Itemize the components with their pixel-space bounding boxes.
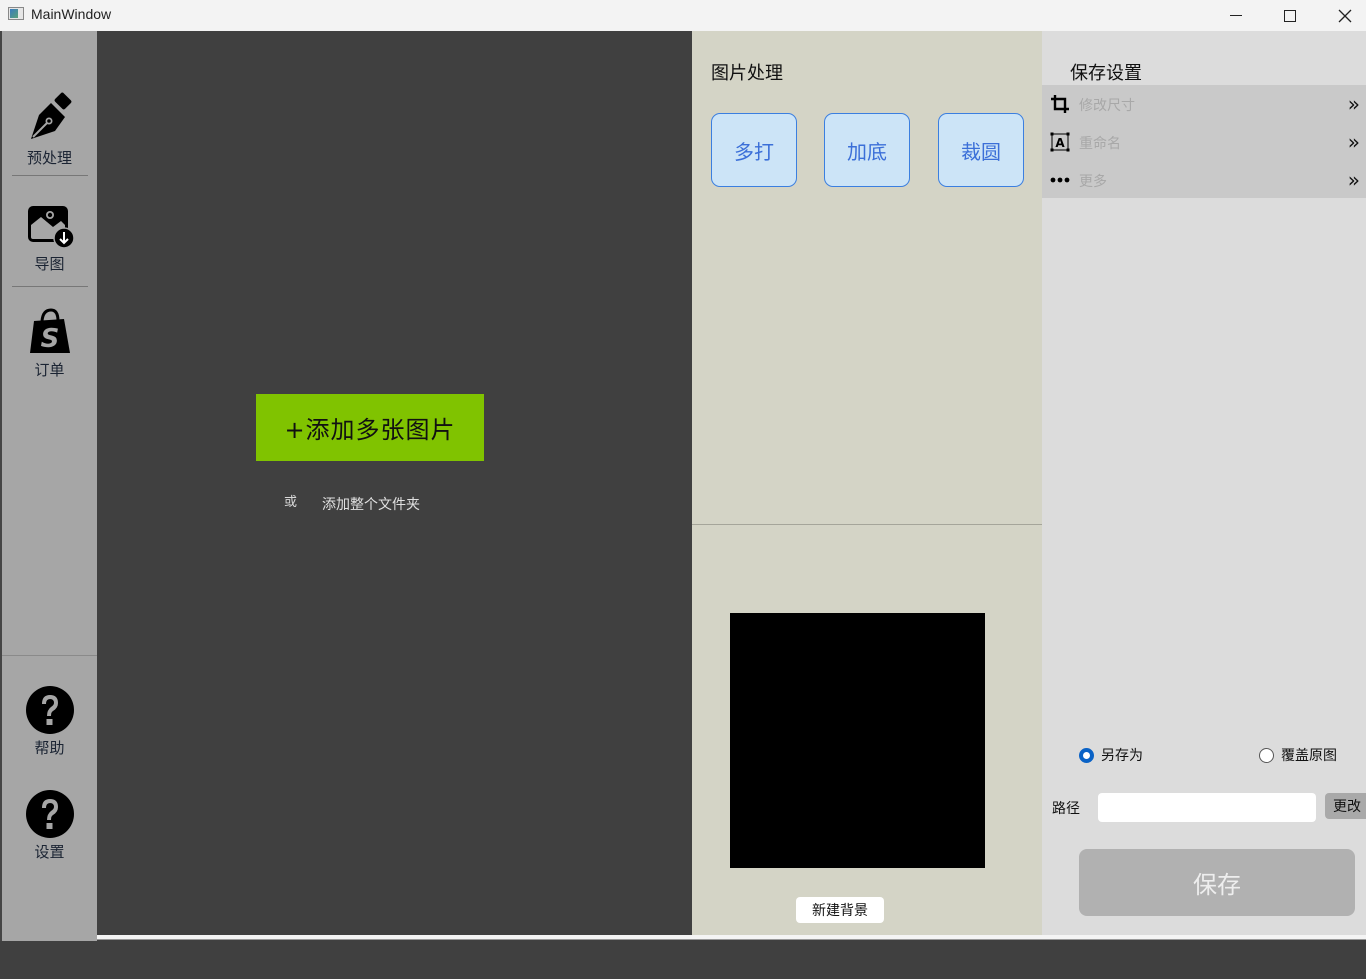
radio-checked-indicator bbox=[1079, 747, 1094, 763]
add-background-button[interactable]: 加底 bbox=[824, 113, 910, 187]
option-more[interactable]: 更多 » bbox=[1042, 161, 1366, 199]
chevron-double-right-icon: » bbox=[1347, 92, 1360, 116]
maximize-icon bbox=[1284, 9, 1296, 22]
sidebar-item-preprocess[interactable]: 预处理 bbox=[2, 91, 97, 168]
option-rename[interactable]: A 重命名 » bbox=[1042, 123, 1366, 161]
image-drop-area[interactable]: +添加多张图片 或 添加整个文件夹 bbox=[97, 31, 692, 936]
sidebar-item-orders[interactable]: S 订单 bbox=[2, 307, 97, 380]
path-label: 路径 bbox=[1052, 801, 1080, 817]
option-label: 重命名 bbox=[1079, 136, 1121, 152]
sidebar-item-label: 导图 bbox=[34, 255, 65, 273]
minimize-icon bbox=[1230, 15, 1242, 16]
sidebar-divider bbox=[12, 175, 88, 176]
help-icon bbox=[25, 686, 74, 734]
save-as-radio[interactable]: 另存为 bbox=[1079, 745, 1143, 765]
window-title: MainWindow bbox=[31, 6, 112, 22]
option-label: 修改尺寸 bbox=[1079, 98, 1135, 114]
panel-divider bbox=[692, 524, 1042, 525]
sidebar-item-label: 预处理 bbox=[26, 149, 72, 167]
add-images-button[interactable]: +添加多张图片 bbox=[256, 394, 484, 461]
sidebar-divider bbox=[2, 655, 97, 656]
close-button[interactable] bbox=[1322, 0, 1366, 31]
save-button[interactable]: 保存 bbox=[1079, 849, 1355, 916]
image-processing-panel: 图片处理 多打 加底 裁圆 新建背景 bbox=[692, 31, 1042, 936]
change-path-button[interactable]: 更改 bbox=[1325, 793, 1366, 819]
or-label: 或 bbox=[284, 495, 298, 510]
panel-title: 保存设置 bbox=[1070, 63, 1142, 84]
path-input[interactable] bbox=[1098, 793, 1316, 822]
sidebar-item-export[interactable]: 导图 bbox=[2, 203, 97, 274]
radio-label: 覆盖原图 bbox=[1281, 748, 1337, 764]
fountain-pen-icon bbox=[30, 92, 71, 139]
option-resize[interactable]: 修改尺寸 » bbox=[1042, 85, 1366, 123]
option-label: 更多 bbox=[1079, 174, 1107, 190]
sidebar-item-settings[interactable]: 设置 bbox=[2, 789, 97, 862]
chevron-double-right-icon: » bbox=[1347, 130, 1360, 154]
shopping-bag-icon: S bbox=[29, 308, 70, 354]
maximize-button[interactable] bbox=[1267, 0, 1313, 31]
sidebar-item-label: 订单 bbox=[34, 361, 65, 379]
bottom-splitter bbox=[97, 935, 1366, 940]
image-download-icon bbox=[27, 206, 75, 249]
crop-icon bbox=[1050, 94, 1070, 114]
overwrite-radio[interactable]: 覆盖原图 bbox=[1259, 745, 1337, 765]
svg-text:A: A bbox=[1055, 136, 1065, 150]
radio-label: 另存为 bbox=[1101, 748, 1143, 764]
save-settings-panel: 保存设置 修改尺寸 » A 重命名 » 更多 » 另存为 覆盖原图 路径 更改 … bbox=[1042, 31, 1366, 936]
sidebar-item-label: 设置 bbox=[34, 843, 65, 861]
title-bar: MainWindow bbox=[0, 0, 1366, 31]
sidebar-item-label: 帮助 bbox=[34, 739, 65, 757]
more-dots-icon bbox=[1050, 170, 1070, 190]
rename-icon: A bbox=[1050, 132, 1070, 152]
multi-print-button[interactable]: 多打 bbox=[711, 113, 797, 187]
sidebar-divider bbox=[12, 286, 88, 287]
panel-title: 图片处理 bbox=[711, 63, 783, 84]
sidebar: 预处理 导图 S 订单 帮助 设置 bbox=[0, 31, 97, 941]
minimize-button[interactable] bbox=[1213, 0, 1259, 31]
save-options-list: 修改尺寸 » A 重命名 » 更多 » bbox=[1042, 85, 1366, 198]
new-background-button[interactable]: 新建背景 bbox=[796, 897, 884, 923]
background-preview bbox=[730, 613, 985, 868]
sidebar-item-help[interactable]: 帮助 bbox=[2, 685, 97, 758]
chevron-double-right-icon: » bbox=[1347, 168, 1360, 192]
svg-text:S: S bbox=[40, 324, 59, 354]
app-icon bbox=[8, 7, 24, 20]
add-folder-link[interactable]: 添加整个文件夹 bbox=[322, 494, 420, 514]
radio-unchecked-indicator bbox=[1259, 747, 1274, 763]
crop-circle-button[interactable]: 裁圆 bbox=[938, 113, 1024, 187]
close-icon bbox=[1338, 9, 1352, 22]
help-icon bbox=[25, 790, 74, 838]
